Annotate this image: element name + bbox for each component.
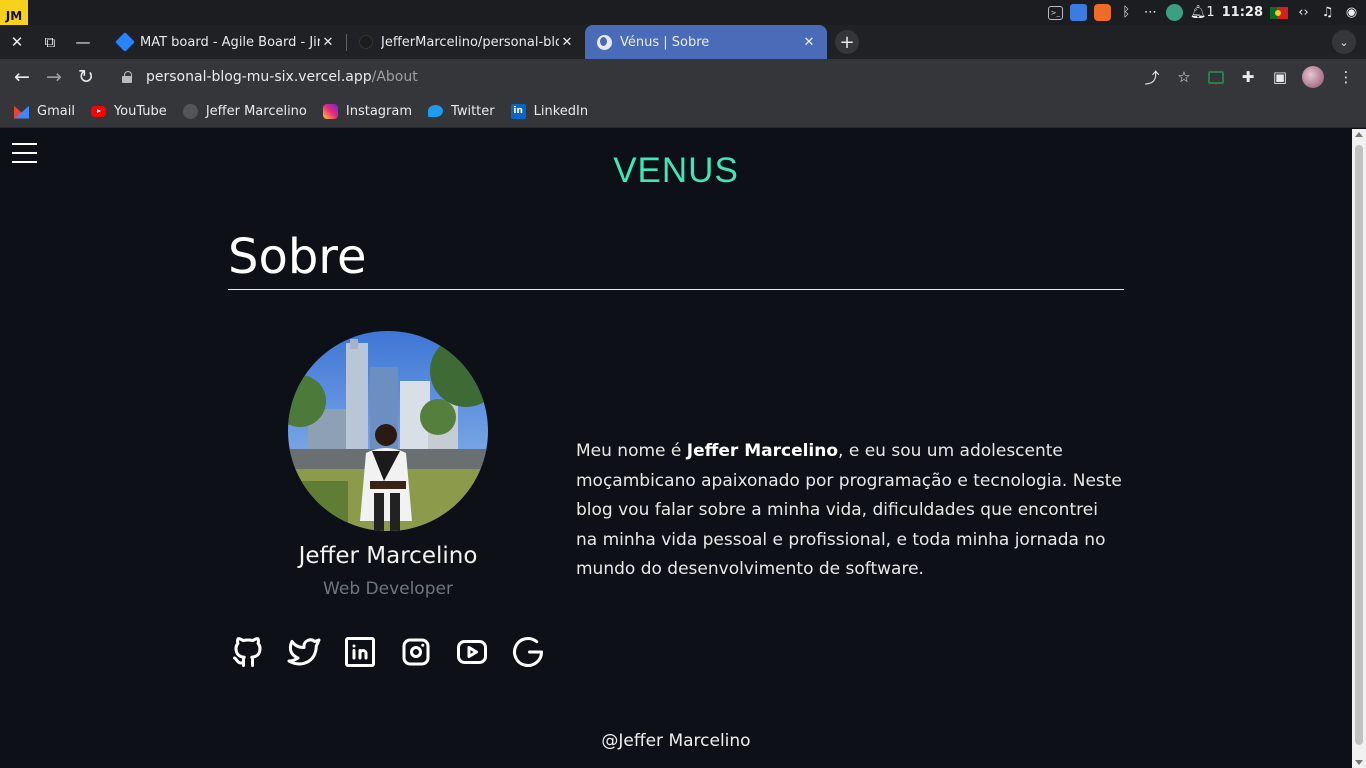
toolbar-actions: ⤴ ☆ ✚ ▣ ⋮ xyxy=(1142,65,1356,89)
browser-tab-strip: ✕ ⧉ — MAT board - Agile Board - Jira ✕ J… xyxy=(0,25,1366,59)
bio-author-name: Jeffer Marcelino xyxy=(686,441,839,461)
notification-bell[interactable]: 🔔︎1 xyxy=(1190,5,1215,20)
code-icon[interactable]: ‹› xyxy=(1295,4,1312,21)
github-icon xyxy=(359,35,373,49)
address-bar[interactable]: personal-blog-mu-six.vercel.app/About xyxy=(108,63,1198,91)
linkedin-icon[interactable] xyxy=(342,634,378,670)
cast-icon[interactable] xyxy=(1206,67,1226,87)
bookmark-gmail[interactable]: Gmail xyxy=(14,104,75,119)
jira-icon xyxy=(115,32,135,52)
vlc-icon[interactable] xyxy=(1093,4,1111,21)
bio-paragraph: Meu nome é Jeffer Marcelino, e eu sou um… xyxy=(576,437,1124,585)
tab-close-icon[interactable]: ✕ xyxy=(801,35,817,50)
bookmark-linkedin[interactable]: in LinkedIn xyxy=(510,103,589,119)
youtube-icon[interactable] xyxy=(454,634,490,670)
notification-count: 1 xyxy=(1206,5,1215,20)
tab-github[interactable]: JefferMarcelino/personal-blog ✕ xyxy=(347,25,585,59)
music-icon[interactable]: ♫ xyxy=(1319,4,1336,21)
bookmark-label: LinkedIn xyxy=(533,103,589,119)
page-viewport: VENUS Sobre Jeffer Marcelino Web Develop… xyxy=(0,129,1352,768)
google-icon[interactable] xyxy=(510,634,546,670)
bluetooth-icon[interactable]: ᛒ xyxy=(1118,4,1135,21)
extensions-icon[interactable]: ✚ xyxy=(1238,67,1258,87)
lock-icon[interactable] xyxy=(122,71,132,83)
keyboard-layout-flag-icon[interactable] xyxy=(1270,6,1288,19)
instagram-icon[interactable] xyxy=(398,634,434,670)
reload-button[interactable]: ↻ xyxy=(74,65,98,89)
tab-search-button[interactable]: ⌄ xyxy=(1332,30,1356,54)
bookmark-twitter[interactable]: Twitter xyxy=(428,104,495,119)
youtube-icon xyxy=(90,105,106,117)
forward-button[interactable]: → xyxy=(42,65,66,89)
profile-photo xyxy=(288,331,488,531)
url-path: /About xyxy=(371,69,418,85)
bookmark-label: Gmail xyxy=(37,103,75,119)
tab-title: JefferMarcelino/personal-blog xyxy=(381,34,559,50)
bookmark-github[interactable]: Jeffer Marcelino xyxy=(182,103,307,119)
clock[interactable]: 11:28 xyxy=(1222,5,1263,20)
bookmark-label: Jeffer Marcelino xyxy=(205,103,307,119)
site-brand[interactable]: VENUS xyxy=(0,151,1352,191)
network-icon[interactable] xyxy=(1165,4,1183,21)
tab-title: MAT board - Agile Board - Jira xyxy=(140,34,320,50)
share-icon[interactable]: ⤴ xyxy=(1142,67,1162,87)
tab-venus-sobre[interactable]: Vénus | Sobre ✕ xyxy=(585,25,827,59)
instagram-icon xyxy=(322,103,338,119)
bookmark-youtube[interactable]: YouTube xyxy=(90,103,167,119)
terminal-icon[interactable]: >_ xyxy=(1047,5,1063,20)
bookmark-star-icon[interactable]: ☆ xyxy=(1174,67,1194,87)
url-host: personal-blog-mu-six.vercel.app xyxy=(146,69,372,85)
finder-icon[interactable] xyxy=(1069,4,1087,21)
profile-name: Jeffer Marcelino xyxy=(298,543,478,569)
os-logo[interactable]: JM xyxy=(0,0,28,25)
profile-role: Web Developer xyxy=(323,579,453,599)
browser-menu-icon[interactable]: ⋮ xyxy=(1336,67,1356,87)
globe-icon xyxy=(597,34,612,50)
bookmark-label: Twitter xyxy=(451,103,495,119)
footer-credit: @Jeffer Marcelino xyxy=(601,731,751,751)
tab-close-icon[interactable]: ✕ xyxy=(559,35,575,50)
side-panel-icon[interactable]: ▣ xyxy=(1270,67,1290,87)
bookmark-label: Instagram xyxy=(345,103,413,119)
linkedin-icon: in xyxy=(510,103,526,119)
page-title: Sobre xyxy=(228,229,367,285)
gmail-icon xyxy=(14,105,29,119)
more-icon[interactable]: ⋯ xyxy=(1142,4,1159,21)
new-tab-button[interactable]: + xyxy=(835,30,859,54)
tab-jira[interactable]: MAT board - Agile Board - Jira ✕ xyxy=(106,25,346,59)
bookmark-instagram[interactable]: Instagram xyxy=(322,103,413,119)
twitter-icon xyxy=(428,105,444,117)
github-icon xyxy=(182,103,198,119)
scrollbar-thumb[interactable] xyxy=(1355,145,1363,745)
github-icon[interactable] xyxy=(230,634,266,670)
tab-title: Vénus | Sobre xyxy=(620,34,710,50)
window-close-icon[interactable]: ✕ xyxy=(6,31,28,53)
browser-toolbar: ← → ↻ personal-blog-mu-six.vercel.app/Ab… xyxy=(0,59,1366,95)
bookmarks-bar: Gmail YouTube Jeffer Marcelino Instagram… xyxy=(0,95,1366,128)
window-minimize-icon[interactable]: — xyxy=(72,31,94,53)
profile-avatar[interactable] xyxy=(1302,66,1324,88)
scroll-down-arrow-icon[interactable] xyxy=(1355,760,1363,765)
heading-divider xyxy=(228,289,1124,290)
os-top-bar: JM >_ ᛒ ⋯ 🔔︎1 11:28 ‹› ♫ ◉ xyxy=(0,0,1366,25)
system-tray: >_ ᛒ ⋯ 🔔︎1 11:28 ‹› ♫ ◉ xyxy=(1047,0,1360,25)
scroll-up-arrow-icon[interactable] xyxy=(1355,132,1363,137)
window-restore-icon[interactable]: ⧉ xyxy=(39,31,61,53)
user-icon[interactable]: ◉ xyxy=(1343,4,1360,21)
twitter-icon[interactable] xyxy=(286,634,322,670)
back-button[interactable]: ← xyxy=(10,65,34,89)
social-links xyxy=(230,634,546,670)
page-scrollbar[interactable] xyxy=(1352,129,1366,768)
bookmark-label: YouTube xyxy=(113,103,167,119)
bio-text-start: Meu nome é xyxy=(576,441,687,461)
bio-text-rest: , e eu sou um adolescente moçambicano ap… xyxy=(576,441,1122,579)
tab-close-icon[interactable]: ✕ xyxy=(320,35,336,50)
